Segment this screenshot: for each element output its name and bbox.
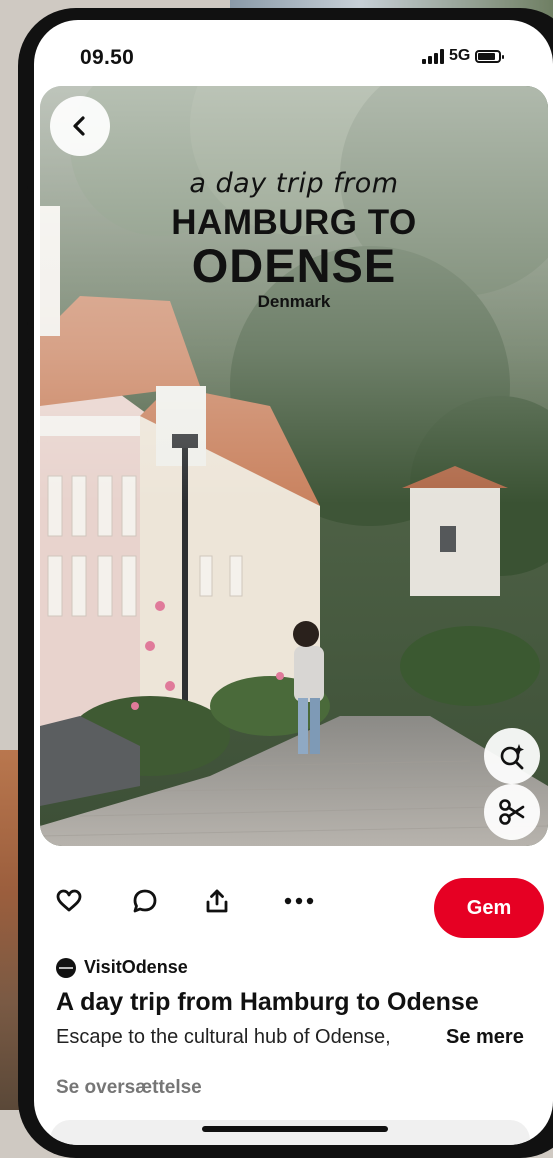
battery-icon (475, 49, 505, 63)
more-options-button[interactable] (284, 886, 314, 916)
pin-action-bar: Gem (34, 868, 553, 938)
status-indicators: 5G (422, 47, 505, 65)
chevron-left-icon (73, 116, 85, 136)
pin-title-overlay: a day trip from HAMBURG TO ODENSE Denmar… (94, 168, 494, 312)
pin-description: Escape to the cultural hub of Odense, (56, 1026, 391, 1048)
overlay-line1: a day trip from (189, 168, 399, 199)
status-bar: 09.50 5G (34, 20, 553, 82)
scissors-icon (499, 799, 525, 825)
bottom-sheet-card (50, 1120, 530, 1145)
description-fade (386, 1026, 446, 1054)
see-translation-link[interactable]: Se oversættelse (56, 1077, 202, 1099)
app-screen: 09.50 5G a day trip from HAMBURG TO ODEN… (34, 20, 553, 1145)
speech-bubble-icon (133, 889, 157, 913)
ellipsis-icon (284, 897, 314, 905)
overlay-line2: HAMBURG TO (171, 203, 417, 242)
status-time: 09.50 (80, 46, 135, 69)
comment-button[interactable] (130, 886, 160, 916)
see-more-link[interactable]: Se mere (446, 1026, 524, 1049)
share-upload-icon (206, 889, 228, 913)
save-button[interactable]: Gem (434, 878, 544, 938)
network-label: 5G (449, 47, 471, 64)
like-button[interactable] (54, 886, 84, 916)
heart-icon (56, 889, 82, 912)
overlay-line4: Denmark (257, 292, 331, 311)
pin-title: A day trip from Hamburg to Odense (56, 988, 479, 1016)
overlay-line3: ODENSE (191, 239, 397, 292)
creator-link[interactable]: VisitOdense (56, 957, 188, 978)
pin-description-row: Escape to the cultural hub of Odense, Se… (56, 1026, 536, 1054)
visual-search-button[interactable] (484, 728, 540, 784)
back-button[interactable] (50, 96, 110, 156)
home-indicator[interactable] (202, 1126, 388, 1132)
lens-sparkle-icon (500, 744, 524, 770)
cutout-button[interactable] (484, 784, 540, 840)
share-button[interactable] (202, 886, 232, 916)
creator-name: VisitOdense (84, 957, 188, 977)
avatar (56, 957, 76, 978)
signal-icon (422, 48, 444, 64)
